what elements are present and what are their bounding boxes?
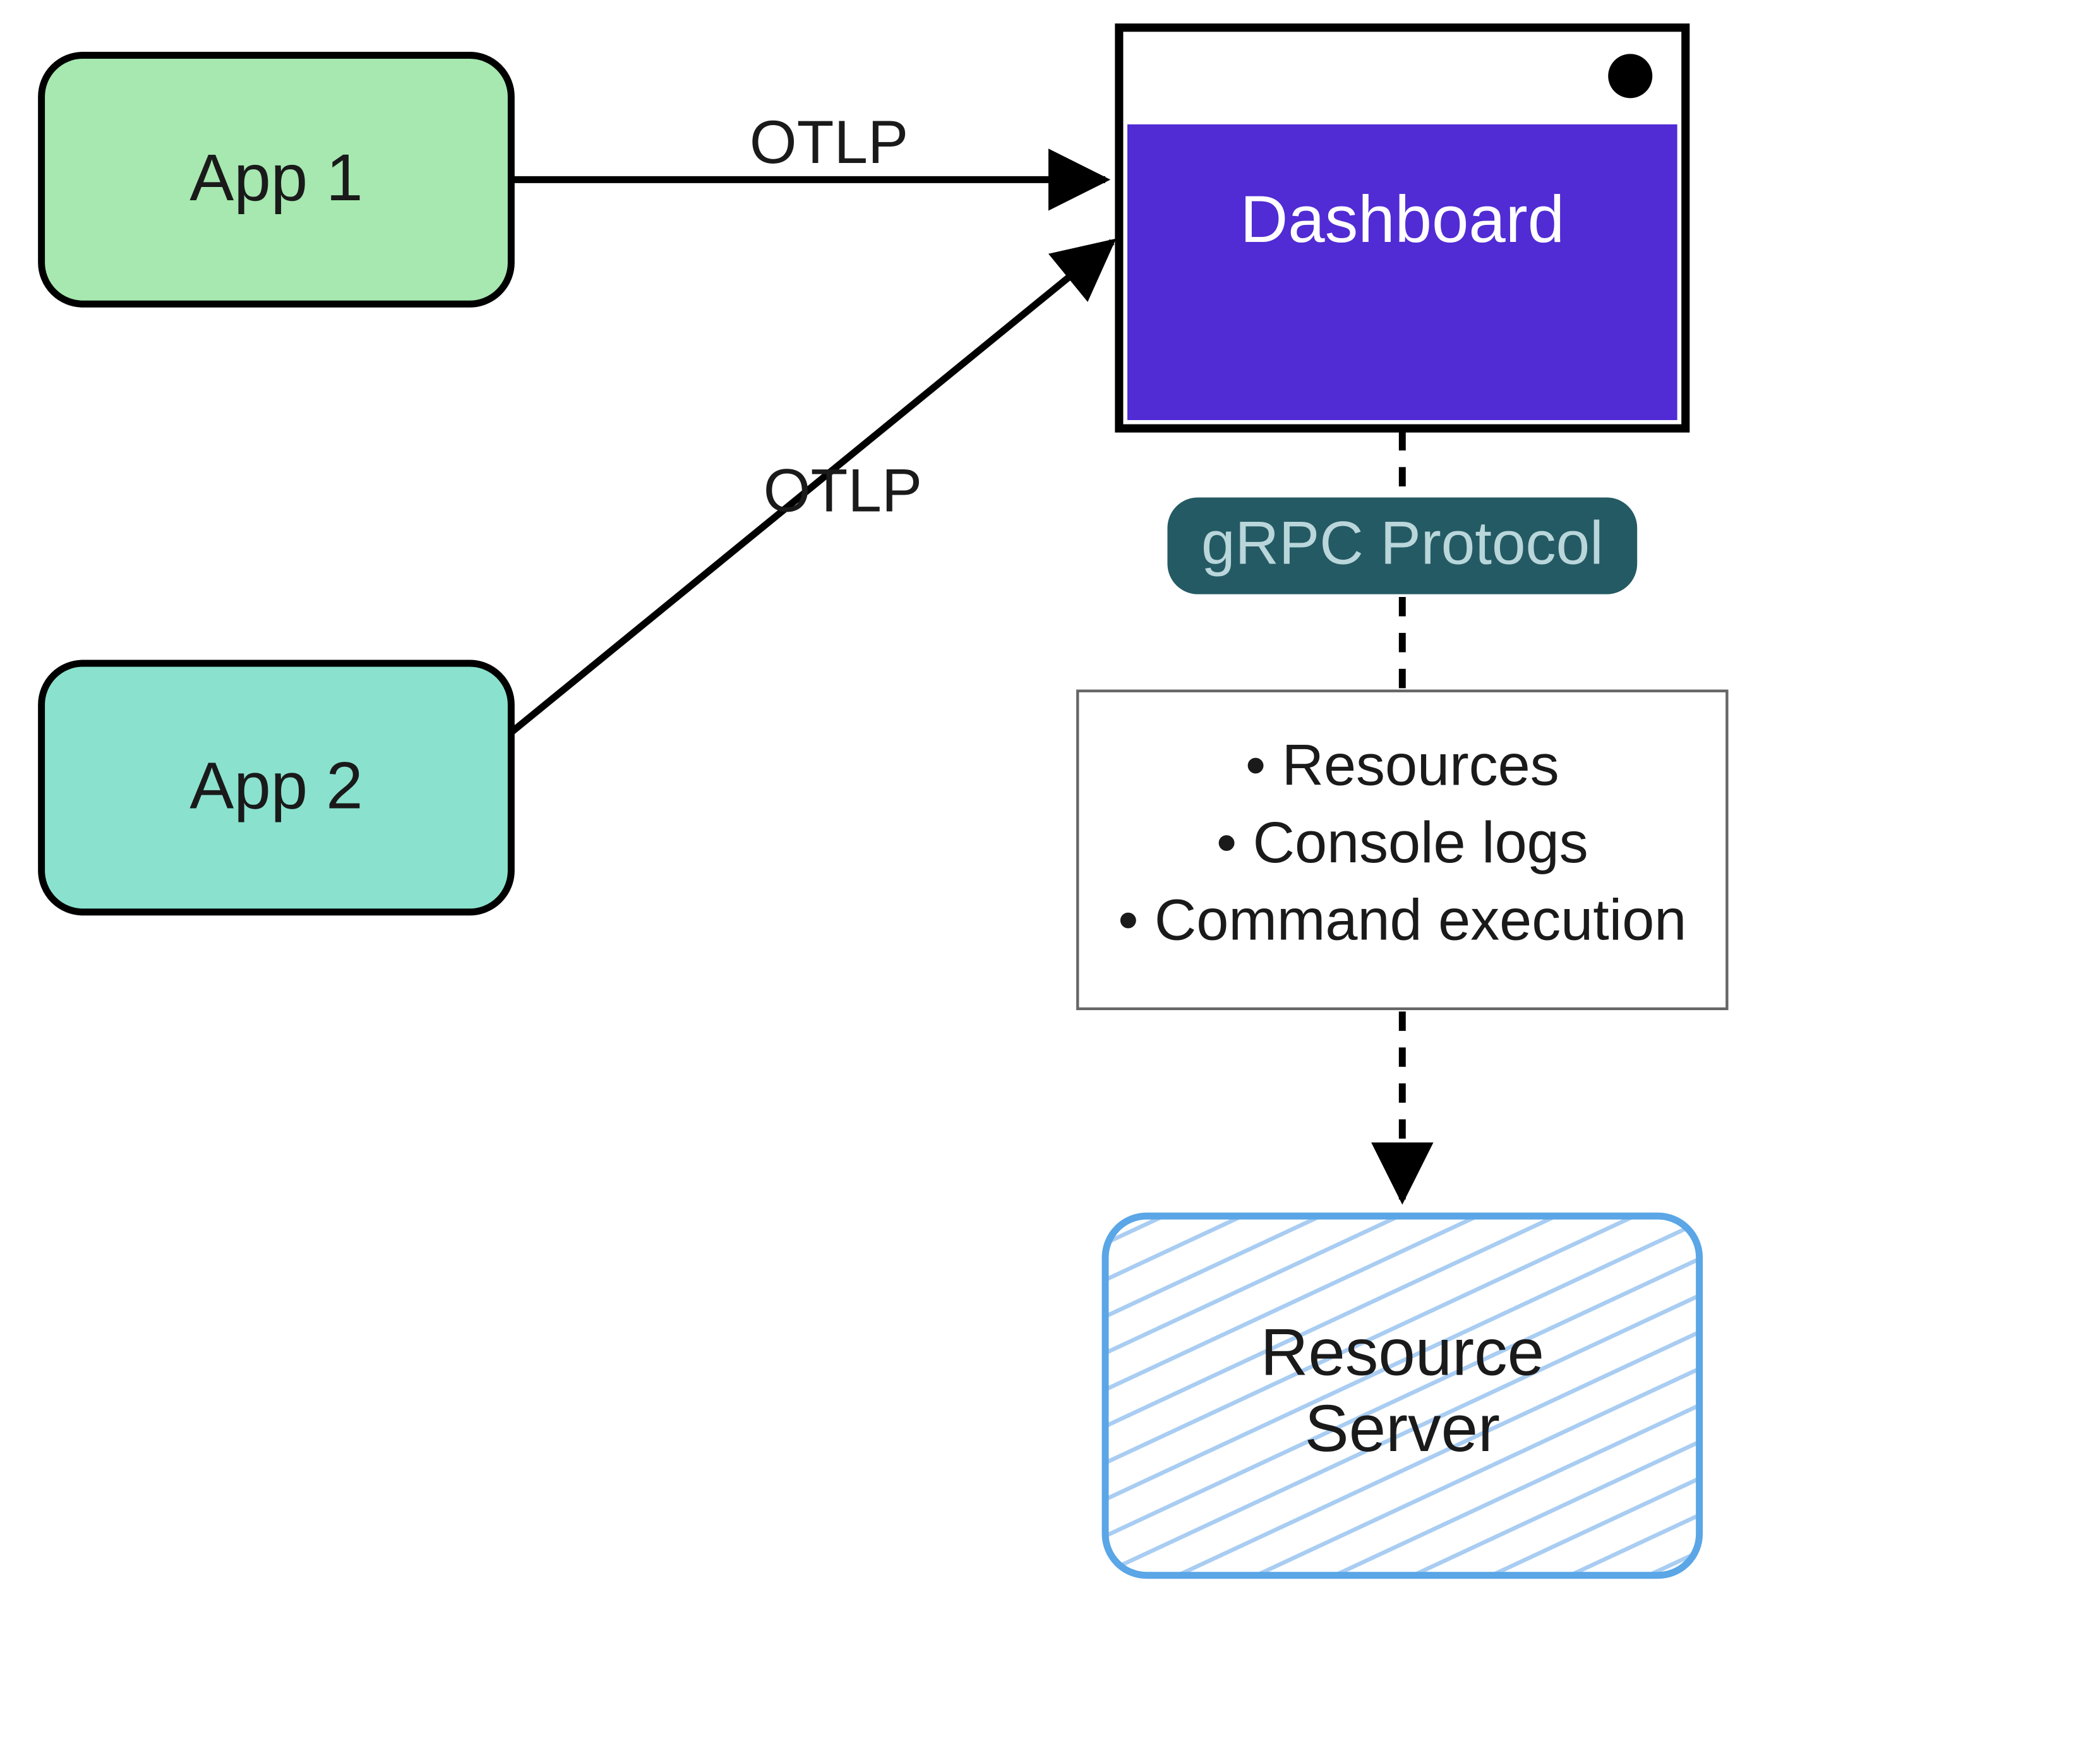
feature-item-3: • Command execution — [1118, 888, 1686, 953]
app1-label: App 1 — [189, 141, 363, 215]
app1-node: App 1 — [42, 56, 512, 304]
window-dot-icon — [1608, 54, 1652, 98]
app2-label: App 2 — [189, 749, 363, 823]
features-node: • Resources • Console logs • Command exe… — [1077, 691, 1727, 1009]
grpc-label: gRPC Protocol — [1201, 510, 1604, 577]
app2-node: App 2 — [42, 663, 512, 912]
edge-otlp-app1: OTLP — [511, 109, 1105, 179]
edge-otlp1-label: OTLP — [750, 109, 908, 176]
resource-server-label-line1: Resource — [1261, 1316, 1544, 1390]
dashboard-label: Dashboard — [1240, 183, 1564, 256]
dashboard-node: Dashboard — [1119, 28, 1686, 428]
architecture-diagram: App 1 App 2 Dashboard OTLP OTLP gRPC Pro… — [0, 0, 2100, 1741]
edge-otlp2-label: OTLP — [764, 457, 922, 524]
feature-item-2: • Console logs — [1216, 810, 1588, 875]
resource-server-label-line2: Server — [1305, 1392, 1500, 1466]
edge-otlp-app2: OTLP — [511, 242, 1112, 733]
grpc-node: gRPC Protocol — [1167, 498, 1637, 594]
feature-item-1: • Resources — [1245, 733, 1559, 798]
resource-server-node: Resource Server — [1105, 1216, 1700, 1575]
